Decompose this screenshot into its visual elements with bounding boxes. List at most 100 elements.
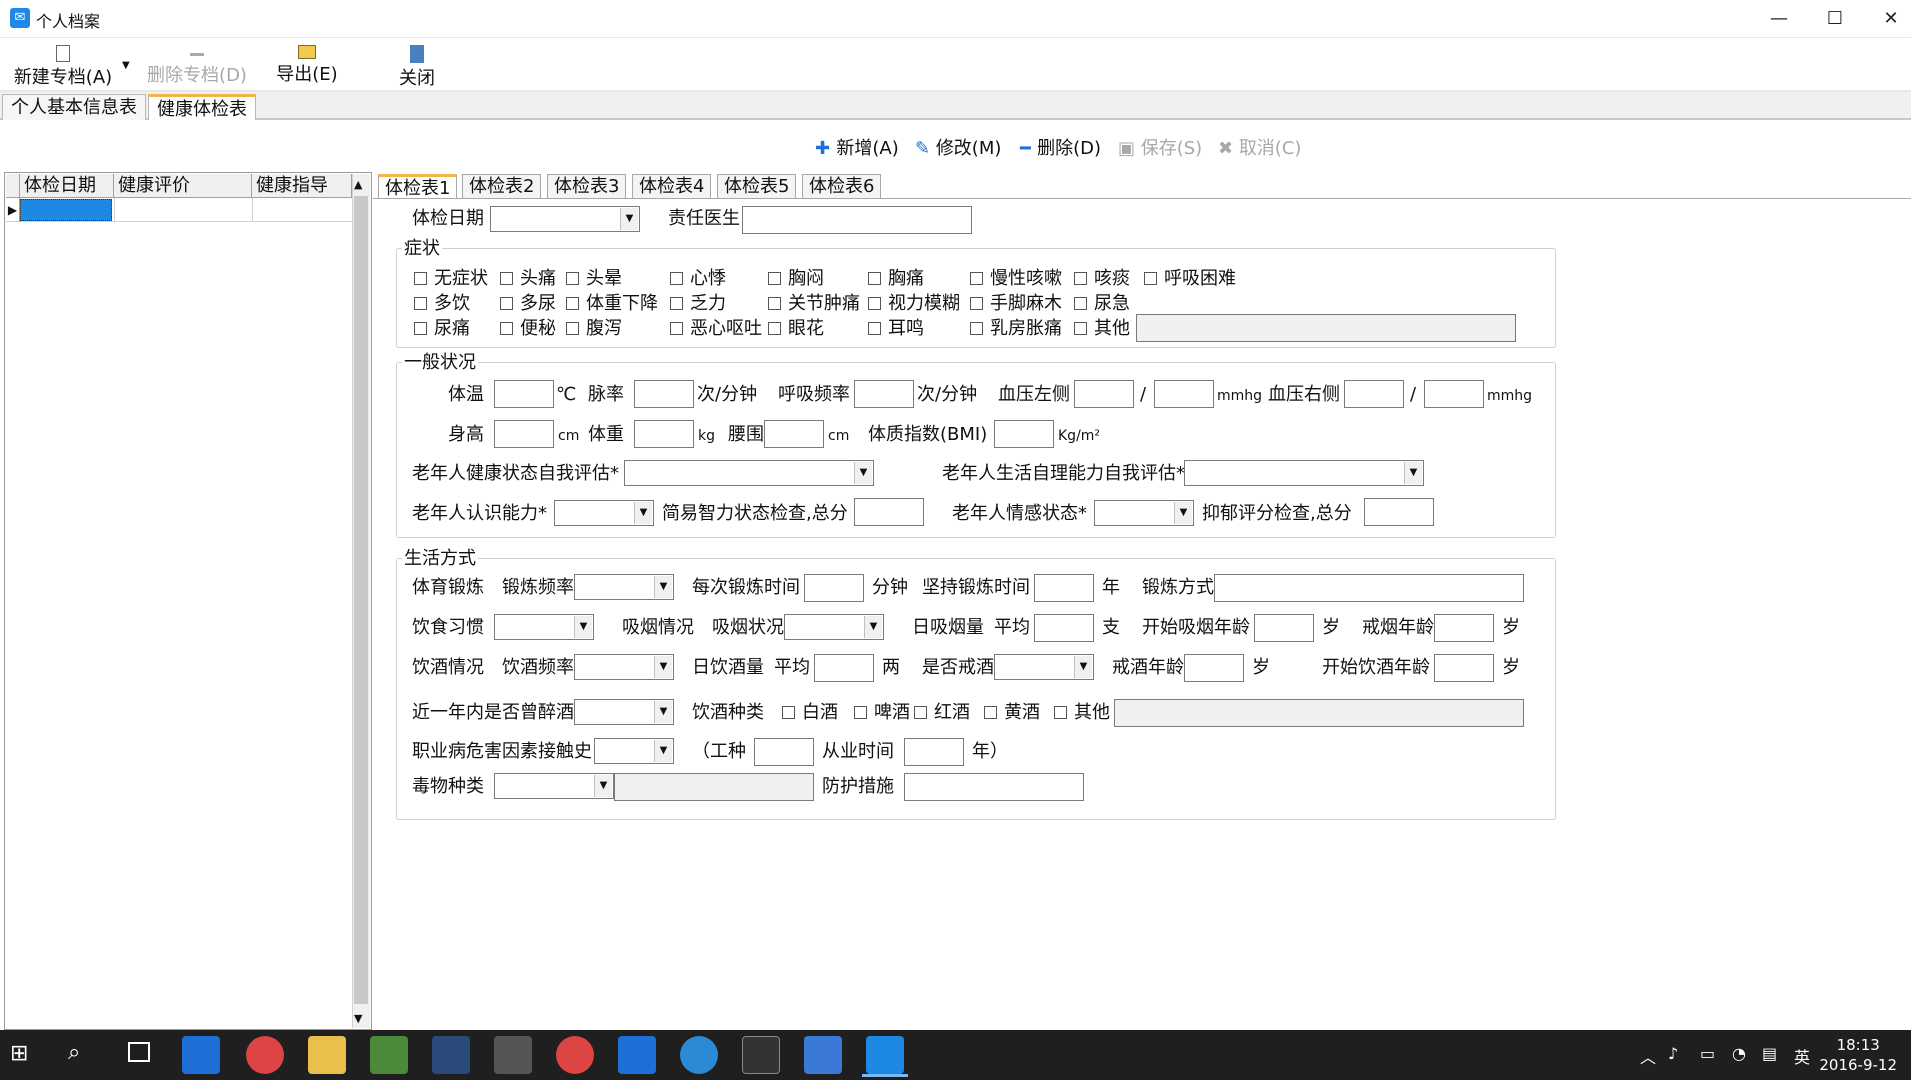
symptom-checkbox[interactable]: 关节肿痛 xyxy=(768,293,860,315)
symptom-checkbox[interactable]: 咳痰 xyxy=(1074,268,1130,290)
symptom-checkbox[interactable]: 恶心呕吐 xyxy=(670,318,762,340)
network-icon[interactable]: ◔ xyxy=(1732,1044,1746,1063)
elder-selfcare-select[interactable]: ▼ xyxy=(1184,460,1424,486)
resp-input[interactable] xyxy=(854,380,914,408)
bp-left-systolic-input[interactable] xyxy=(1074,380,1134,408)
tab-health-exam[interactable]: 健康体检表 xyxy=(148,94,256,120)
symptom-checkbox[interactable]: 体重下降 xyxy=(566,293,658,315)
mmse-input[interactable] xyxy=(854,498,924,526)
elder-emotion-select[interactable]: ▼ xyxy=(1094,500,1194,526)
symptom-checkbox[interactable]: 乳房胀痛 xyxy=(970,318,1062,340)
occupation-select[interactable]: ▼ xyxy=(594,738,674,764)
tab-basic-info[interactable]: 个人基本信息表 xyxy=(2,94,146,120)
poison-detail-input[interactable] xyxy=(614,773,814,801)
tray-chevron-icon[interactable]: ︿ xyxy=(1640,1044,1656,1068)
exercise-time-input[interactable] xyxy=(804,574,864,602)
save-action-button[interactable]: ▣ 保存(S) xyxy=(1118,136,1202,162)
task-view-icon[interactable] xyxy=(128,1042,150,1062)
sublime-icon[interactable] xyxy=(494,1036,532,1074)
terminal-icon[interactable] xyxy=(742,1036,780,1074)
tab-exam-6[interactable]: 体检表6 xyxy=(802,174,882,198)
liquor-checkbox[interactable]: 啤酒 xyxy=(854,702,910,724)
volume-icon[interactable]: ♪ xyxy=(1668,1044,1678,1063)
edge-browser-icon[interactable] xyxy=(182,1036,220,1074)
close-tool-button[interactable]: 关闭 xyxy=(392,42,442,90)
dropdown-arrow-icon[interactable]: ▼ xyxy=(122,60,130,71)
symptom-checkbox[interactable]: 无症状 xyxy=(414,268,488,290)
chrome-browser-icon-2[interactable] xyxy=(556,1036,594,1074)
symptom-checkbox[interactable]: 视力模糊 xyxy=(868,293,960,315)
app-icon-card[interactable] xyxy=(804,1036,842,1074)
scroll-up-icon[interactable]: ▲ xyxy=(354,178,362,191)
tab-exam-5[interactable]: 体检表5 xyxy=(717,174,797,198)
app-icon-green[interactable] xyxy=(370,1036,408,1074)
bp-left-diastolic-input[interactable] xyxy=(1154,380,1214,408)
symptom-checkbox[interactable]: 头晕 xyxy=(566,268,622,290)
symptom-checkbox[interactable]: 眼花 xyxy=(768,318,824,340)
archive-app-icon[interactable] xyxy=(866,1036,904,1074)
notification-icon[interactable]: ▤ xyxy=(1762,1044,1777,1063)
liquor-checkbox[interactable]: 红酒 xyxy=(914,702,970,724)
diet-select[interactable]: ▼ xyxy=(494,614,594,640)
symptom-checkbox[interactable]: 慢性咳嗽 xyxy=(970,268,1062,290)
quit-drink-select[interactable]: ▼ xyxy=(994,654,1094,680)
quit-smoke-input[interactable] xyxy=(1434,614,1494,642)
tab-exam-3[interactable]: 体检表3 xyxy=(547,174,627,198)
tab-exam-4[interactable]: 体检表4 xyxy=(632,174,712,198)
delete-action-button[interactable]: ━ 删除(D) xyxy=(1020,136,1101,162)
temperature-input[interactable] xyxy=(494,380,554,408)
drink-freq-select[interactable]: ▼ xyxy=(574,654,674,680)
smoking-status-select[interactable]: ▼ xyxy=(784,614,884,640)
job-type-input[interactable] xyxy=(754,738,814,766)
export-button[interactable]: 导出(E) xyxy=(272,42,342,90)
symptom-checkbox[interactable]: 便秘 xyxy=(500,318,556,340)
bmi-input[interactable] xyxy=(994,420,1054,448)
daily-drink-input[interactable] xyxy=(814,654,874,682)
new-record-button[interactable]: 新建专档(A) xyxy=(8,42,118,90)
elder-cognition-select[interactable]: ▼ xyxy=(554,500,654,526)
symptom-checkbox[interactable]: 乏力 xyxy=(670,293,726,315)
exercise-method-input[interactable] xyxy=(1214,574,1524,602)
bp-right-systolic-input[interactable] xyxy=(1344,380,1404,408)
poison-select[interactable]: ▼ xyxy=(494,773,614,799)
maximize-button[interactable]: ☐ xyxy=(1807,0,1863,38)
symptom-checkbox[interactable]: 尿急 xyxy=(1074,293,1130,315)
symptom-other-input[interactable] xyxy=(1136,314,1516,342)
col-exam-date[interactable]: 体检日期 xyxy=(20,174,114,198)
symptom-checkbox[interactable]: 多尿 xyxy=(500,293,556,315)
ime-indicator[interactable]: 英 xyxy=(1794,1044,1810,1068)
drink-start-input[interactable] xyxy=(1434,654,1494,682)
doctor-input[interactable] xyxy=(742,206,972,234)
symptom-checkbox[interactable]: 耳鸣 xyxy=(868,318,924,340)
exam-date-select[interactable]: ▼ xyxy=(490,206,640,232)
symptom-checkbox[interactable]: 手脚麻木 xyxy=(970,293,1062,315)
scroll-down-icon[interactable]: ▼ xyxy=(354,1012,362,1025)
col-evaluation[interactable]: 健康评价 xyxy=(114,174,252,198)
symptom-checkbox[interactable]: 心悸 xyxy=(670,268,726,290)
symptom-checkbox[interactable]: 呼吸困难 xyxy=(1144,268,1236,290)
symptom-checkbox[interactable]: 多饮 xyxy=(414,293,470,315)
work-time-input[interactable] xyxy=(904,738,964,766)
tab-exam-2[interactable]: 体检表2 xyxy=(462,174,542,198)
depression-input[interactable] xyxy=(1364,498,1434,526)
app-icon-blue[interactable] xyxy=(618,1036,656,1074)
tab-exam-1[interactable]: 体检表1 xyxy=(378,174,458,199)
minimize-button[interactable]: — xyxy=(1751,0,1807,38)
delete-record-button[interactable]: 删除专档(D) xyxy=(142,42,252,90)
app-icon-paper-plane[interactable] xyxy=(680,1036,718,1074)
elder-health-select[interactable]: ▼ xyxy=(624,460,874,486)
liquor-checkbox[interactable]: 黄酒 xyxy=(984,702,1040,724)
edit-action-button[interactable]: ✎ 修改(M) xyxy=(915,136,1001,162)
exercise-years-input[interactable] xyxy=(1034,574,1094,602)
close-button[interactable]: ✕ xyxy=(1863,0,1911,38)
clock[interactable]: 18:13 2016-9-12 xyxy=(1819,1035,1897,1075)
symptom-checkbox[interactable]: 尿痛 xyxy=(414,318,470,340)
app-icon-8[interactable] xyxy=(432,1036,470,1074)
pulse-input[interactable] xyxy=(634,380,694,408)
chrome-browser-icon[interactable] xyxy=(246,1036,284,1074)
liquor-other-input[interactable] xyxy=(1114,699,1524,727)
daily-smoke-input[interactable] xyxy=(1034,614,1094,642)
symptom-checkbox[interactable]: 其他 xyxy=(1074,318,1130,340)
liquor-checkbox[interactable]: 白酒 xyxy=(782,702,838,724)
symptom-checkbox[interactable]: 头痛 xyxy=(500,268,556,290)
